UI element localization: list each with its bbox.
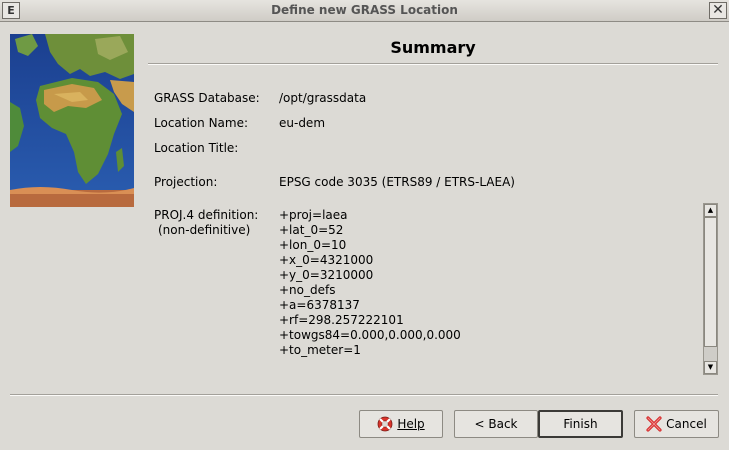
window-title: Define new GRASS Location (271, 3, 458, 17)
footer-divider (10, 394, 718, 396)
proj4-scrollbar[interactable]: ▲ ▼ (703, 203, 718, 375)
proj4-line: +a=6378137 (279, 298, 360, 312)
finish-button[interactable]: Finish (538, 410, 623, 438)
globe-image (10, 34, 134, 207)
proj4-line: +x_0=4321000 (279, 253, 374, 267)
projection-value: EPSG code 3035 (ETRS89 / ETRS-LAEA) (279, 175, 515, 189)
proj4-line: +lon_0=10 (279, 238, 347, 252)
proj4-line: +rf=298.257222101 (279, 313, 404, 327)
scrollbar-thumb[interactable] (704, 217, 717, 347)
back-button-label: < Back (474, 417, 518, 431)
proj4-definition-sublabel: (non-definitive) (158, 223, 251, 237)
proj4-line: +towgs84=0.000,0.000,0.000 (279, 328, 461, 342)
grass-database-label: GRASS Database: (154, 91, 260, 105)
proj4-line: +lat_0=52 (279, 223, 344, 237)
finish-button-label: Finish (563, 417, 598, 431)
scroll-down-icon[interactable]: ▼ (704, 361, 717, 374)
close-icon[interactable]: ✕ (709, 2, 727, 19)
cancel-button[interactable]: Cancel (634, 410, 719, 438)
grass-database-value: /opt/grassdata (279, 91, 367, 105)
proj4-line: +proj=laea (279, 208, 348, 222)
proj4-line: +to_meter=1 (279, 343, 361, 357)
proj4-line: +y_0=3210000 (279, 268, 374, 282)
location-name-label: Location Name: (154, 116, 249, 130)
summary-heading: Summary (390, 38, 476, 57)
scroll-up-icon[interactable]: ▲ (704, 204, 717, 217)
proj4-definition-text[interactable]: +proj=laea +lat_0=52 +lon_0=10 +x_0=4321… (279, 208, 461, 358)
lifebuoy-icon (377, 416, 393, 432)
window-titlebar: E Define new GRASS Location ✕ (0, 0, 729, 22)
location-name-value: eu-dem (279, 116, 326, 130)
help-button[interactable]: Help (359, 410, 443, 438)
cancel-x-icon (646, 416, 662, 432)
heading-divider (148, 63, 718, 65)
back-button[interactable]: < Back (454, 410, 538, 438)
cancel-button-label: Cancel (666, 417, 707, 431)
help-button-label: Help (397, 417, 425, 431)
projection-label: Projection: (154, 175, 218, 189)
location-title-label: Location Title: (154, 141, 239, 155)
proj4-line: +no_defs (279, 283, 336, 297)
proj4-definition-label: PROJ.4 definition: (154, 208, 259, 222)
